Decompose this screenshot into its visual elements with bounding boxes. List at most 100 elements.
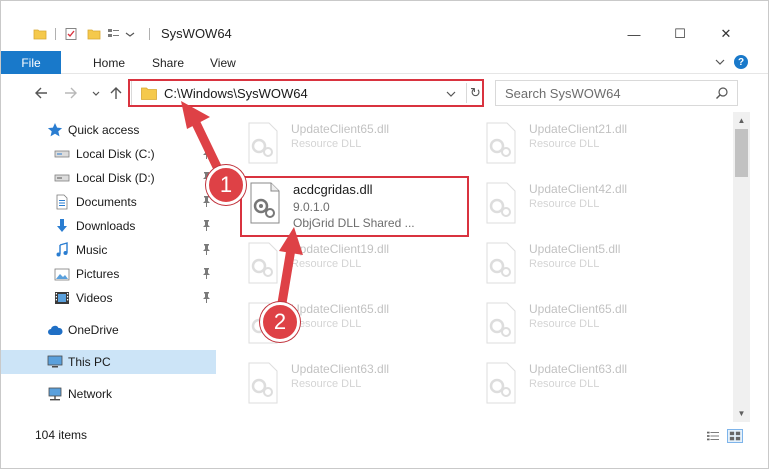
- sidebar-item-label: Videos: [76, 291, 113, 305]
- sidebar-item-local-disk-c[interactable]: Local Disk (C:): [1, 142, 216, 166]
- help-icon[interactable]: ?: [734, 55, 748, 69]
- file-type: Resource DLL: [291, 258, 362, 270]
- sidebar-item-label: This PC: [68, 355, 111, 369]
- navigation-pane: Quick access Local Disk (C:) Local Disk …: [1, 112, 223, 422]
- scroll-up-icon[interactable]: ▲: [733, 112, 750, 129]
- close-button[interactable]: ✕: [703, 21, 749, 47]
- dll-file-icon: [486, 242, 516, 284]
- expand-ribbon-icon[interactable]: [715, 57, 725, 67]
- file-version: 9.0.1.0: [293, 200, 330, 214]
- sidebar-item-label: Documents: [76, 195, 137, 209]
- status-bar: 104 items: [1, 422, 768, 468]
- file-type: Resource DLL: [291, 138, 362, 150]
- scroll-thumb[interactable]: [735, 129, 748, 177]
- file-list: UpdateClient65.dll Resource DLL UpdateCl…: [223, 112, 733, 422]
- back-arrow-icon[interactable]: [33, 84, 51, 102]
- sidebar-item-pictures[interactable]: Pictures: [1, 262, 216, 286]
- sidebar-item-label: Quick access: [68, 123, 140, 137]
- sidebar-item-label: Local Disk (D:): [76, 171, 155, 185]
- chevron-down-icon[interactable]: [446, 89, 456, 99]
- downloads-icon: [57, 219, 67, 232]
- tab-view[interactable]: View: [210, 51, 236, 74]
- list-item[interactable]: UpdateClient21.dll Resource DLL: [481, 118, 711, 168]
- tab-file[interactable]: File: [1, 51, 61, 74]
- sidebar-item-label: Downloads: [76, 219, 136, 233]
- dll-file-icon: [248, 122, 278, 164]
- properties-icon[interactable]: [64, 27, 78, 41]
- sidebar-item-music[interactable]: Music: [1, 238, 216, 262]
- list-item[interactable]: UpdateClient5.dll Resource DLL: [481, 238, 711, 288]
- sidebar-item-network[interactable]: Network: [1, 382, 216, 406]
- vertical-scrollbar[interactable]: ▲ ▼: [733, 112, 750, 422]
- sidebar-item-label: Network: [68, 387, 113, 401]
- item-count: 104 items: [35, 428, 88, 442]
- tiles-view-icon[interactable]: [727, 429, 743, 443]
- list-item[interactable]: UpdateClient63.dll Resource DLL: [481, 358, 711, 408]
- sidebar-item-this-pc[interactable]: This PC: [1, 350, 216, 374]
- sidebar-item-local-disk-d[interactable]: Local Disk (D:): [1, 166, 216, 190]
- file-name: UpdateClient5.dll: [529, 242, 621, 256]
- pictures-icon: [54, 268, 70, 281]
- list-item[interactable]: UpdateClient42.dll Resource DLL: [481, 178, 711, 228]
- pin-icon[interactable]: [202, 148, 211, 159]
- address-path[interactable]: C:\Windows\SysWOW64: [164, 86, 308, 101]
- file-type: Resource DLL: [529, 318, 600, 330]
- dll-file-icon: [486, 362, 516, 404]
- up-arrow-icon[interactable]: [107, 84, 125, 102]
- file-name: UpdateClient65.dll: [529, 302, 628, 316]
- file-name: UpdateClient63.dll: [529, 362, 628, 376]
- star-icon: [47, 123, 63, 137]
- file-type: Resource DLL: [291, 318, 362, 330]
- file-type: Resource DLL: [529, 138, 600, 150]
- list-item[interactable]: UpdateClient65.dll Resource DLL: [481, 298, 711, 348]
- list-item[interactable]: UpdateClient19.dll Resource DLL: [243, 238, 473, 288]
- list-item[interactable]: acdcgridas.dll 9.0.1.0 ObjGrid DLL Share…: [245, 178, 475, 230]
- computer-icon: [47, 355, 63, 368]
- new-folder-icon[interactable]: [87, 27, 101, 41]
- maximize-button[interactable]: ☐: [657, 21, 703, 47]
- sidebar-item-quick-access[interactable]: Quick access: [1, 118, 216, 142]
- tab-home[interactable]: Home: [93, 51, 125, 74]
- sidebar-item-videos[interactable]: Videos: [1, 286, 216, 310]
- refresh-icon[interactable]: ↻: [466, 83, 484, 103]
- dll-file-icon: [486, 122, 516, 164]
- music-icon: [56, 242, 68, 257]
- pin-icon[interactable]: [202, 268, 211, 279]
- list-item[interactable]: UpdateClient63.dll Resource DLL: [243, 358, 473, 408]
- documents-icon: [56, 194, 68, 210]
- pin-icon[interactable]: [202, 292, 211, 303]
- minimize-button[interactable]: —: [611, 21, 657, 47]
- file-name: UpdateClient63.dll: [291, 362, 390, 376]
- file-name: UpdateClient19.dll: [291, 242, 390, 256]
- search-input[interactable]: Search SysWOW64: [495, 80, 738, 106]
- file-name: acdcgridas.dll: [293, 182, 373, 197]
- file-name: UpdateClient21.dll: [529, 122, 628, 136]
- window-title: SysWOW64: [161, 26, 232, 41]
- scroll-down-icon[interactable]: ▼: [733, 405, 750, 422]
- pin-icon[interactable]: [202, 220, 211, 231]
- search-placeholder: Search SysWOW64: [505, 86, 621, 101]
- dll-file-icon: [250, 182, 280, 224]
- details-view-icon[interactable]: [705, 429, 721, 443]
- tab-share[interactable]: Share: [152, 51, 184, 74]
- sidebar-item-downloads[interactable]: Downloads: [1, 214, 216, 238]
- address-bar[interactable]: C:\Windows\SysWOW64 ↻: [131, 80, 483, 106]
- folder-icon: [141, 87, 157, 100]
- sidebar-item-label: OneDrive: [68, 323, 119, 337]
- view-options-icon[interactable]: [107, 27, 121, 41]
- network-icon: [48, 387, 62, 401]
- recent-locations-icon[interactable]: [87, 84, 105, 102]
- sidebar-item-label: Music: [76, 243, 108, 257]
- sidebar-item-label: Pictures: [76, 267, 120, 281]
- forward-arrow-icon[interactable]: [61, 84, 79, 102]
- list-item[interactable]: UpdateClient65.dll Resource DLL: [243, 118, 473, 168]
- sidebar-item-label: Local Disk (C:): [76, 147, 155, 161]
- pin-icon[interactable]: [202, 244, 211, 255]
- separator: [55, 28, 56, 40]
- sidebar-item-documents[interactable]: Documents: [1, 190, 216, 214]
- file-name: UpdateClient65.dll: [291, 302, 390, 316]
- chevron-down-icon[interactable]: [123, 27, 137, 41]
- file-description: ObjGrid DLL Shared ...: [293, 216, 415, 230]
- file-explorer-window: SysWOW64 — ☐ ✕ File Home Share View ? C:…: [0, 0, 769, 469]
- sidebar-item-onedrive[interactable]: OneDrive: [1, 318, 216, 342]
